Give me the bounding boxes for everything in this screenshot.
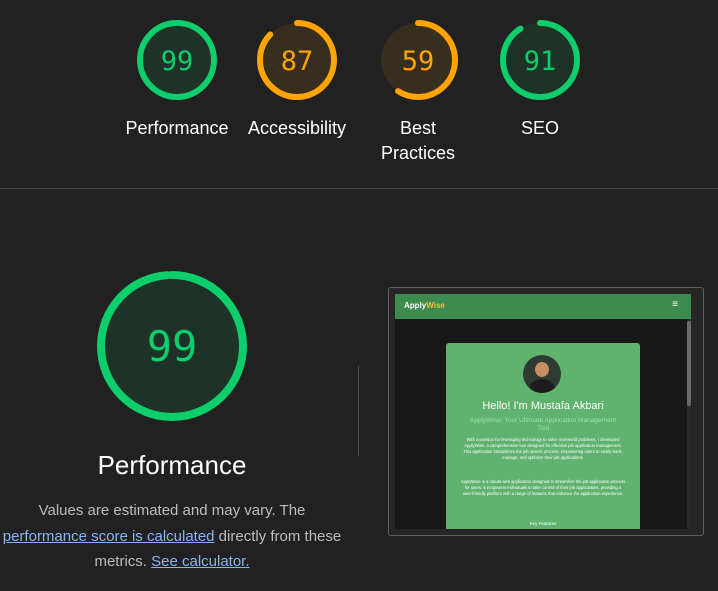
gauge-ring: 99 <box>97 271 247 421</box>
hero-paragraph: ApplyWise is a robust web application de… <box>460 479 626 496</box>
hero-subheading: ApplyWise: Your Ultimate Application Man… <box>470 417 616 432</box>
calculator-link[interactable]: See calculator. <box>151 553 249 570</box>
gauge-ring: 59 <box>378 20 458 100</box>
gauge-ring: 87 <box>257 20 337 100</box>
avatar <box>523 355 561 393</box>
score-description: Values are estimated and may vary. The p… <box>0 498 344 575</box>
gauge-seo[interactable]: 91 SEO <box>480 18 600 141</box>
screenshot-scrollbar <box>687 319 691 529</box>
score-calculation-link[interactable]: performance score is calculated <box>3 528 215 545</box>
vertical-divider <box>358 366 359 456</box>
gauge-label: SEO <box>520 118 559 138</box>
gauge-score: 99 <box>147 322 198 371</box>
page-screenshot-thumbnail[interactable]: ApplyWise ≡ Hello! I'm Mustafa Akbari Ap… <box>388 287 704 536</box>
category-title: Performance <box>97 450 247 480</box>
hero-paragraph: With a passion for leveraging technology… <box>463 437 623 460</box>
section-divider <box>0 188 718 189</box>
gauge-score: 99 <box>161 46 194 77</box>
gauge-label: Performance <box>125 118 229 138</box>
gauge-best-practices[interactable]: 59 Best Practices <box>358 18 478 166</box>
screenshot-viewport: ApplyWise ≡ Hello! I'm Mustafa Akbari Ap… <box>395 294 691 529</box>
gauge-ring: 99 <box>137 20 217 100</box>
gauge-score: 87 <box>281 46 314 77</box>
gauge-performance[interactable]: 99 Performance <box>117 18 237 141</box>
site-navbar: ApplyWise ≡ <box>395 294 691 319</box>
gauge-ring: 91 <box>500 20 580 100</box>
category-gauges: 99 Performance 87 Accessibility 59 Best … <box>0 0 718 188</box>
hero-heading: Hello! I'm Mustafa Akbari <box>482 400 604 412</box>
performance-gauge-large: 99 <box>96 270 248 422</box>
gauge-accessibility[interactable]: 87 Accessibility <box>237 18 357 141</box>
gauge-score: 91 <box>524 46 557 77</box>
hamburger-menu-icon: ≡ <box>672 299 678 310</box>
gauge-score: 59 <box>402 46 435 77</box>
gauge-label: Best Practices <box>380 118 456 163</box>
features-heading: Key Features <box>529 521 557 526</box>
gauge-label: Accessibility <box>247 118 347 138</box>
hero-card: Hello! I'm Mustafa Akbari ApplyWise: You… <box>446 343 640 529</box>
description-text: Values are estimated and may vary. The <box>38 502 306 519</box>
site-brand: ApplyWise <box>404 301 445 310</box>
